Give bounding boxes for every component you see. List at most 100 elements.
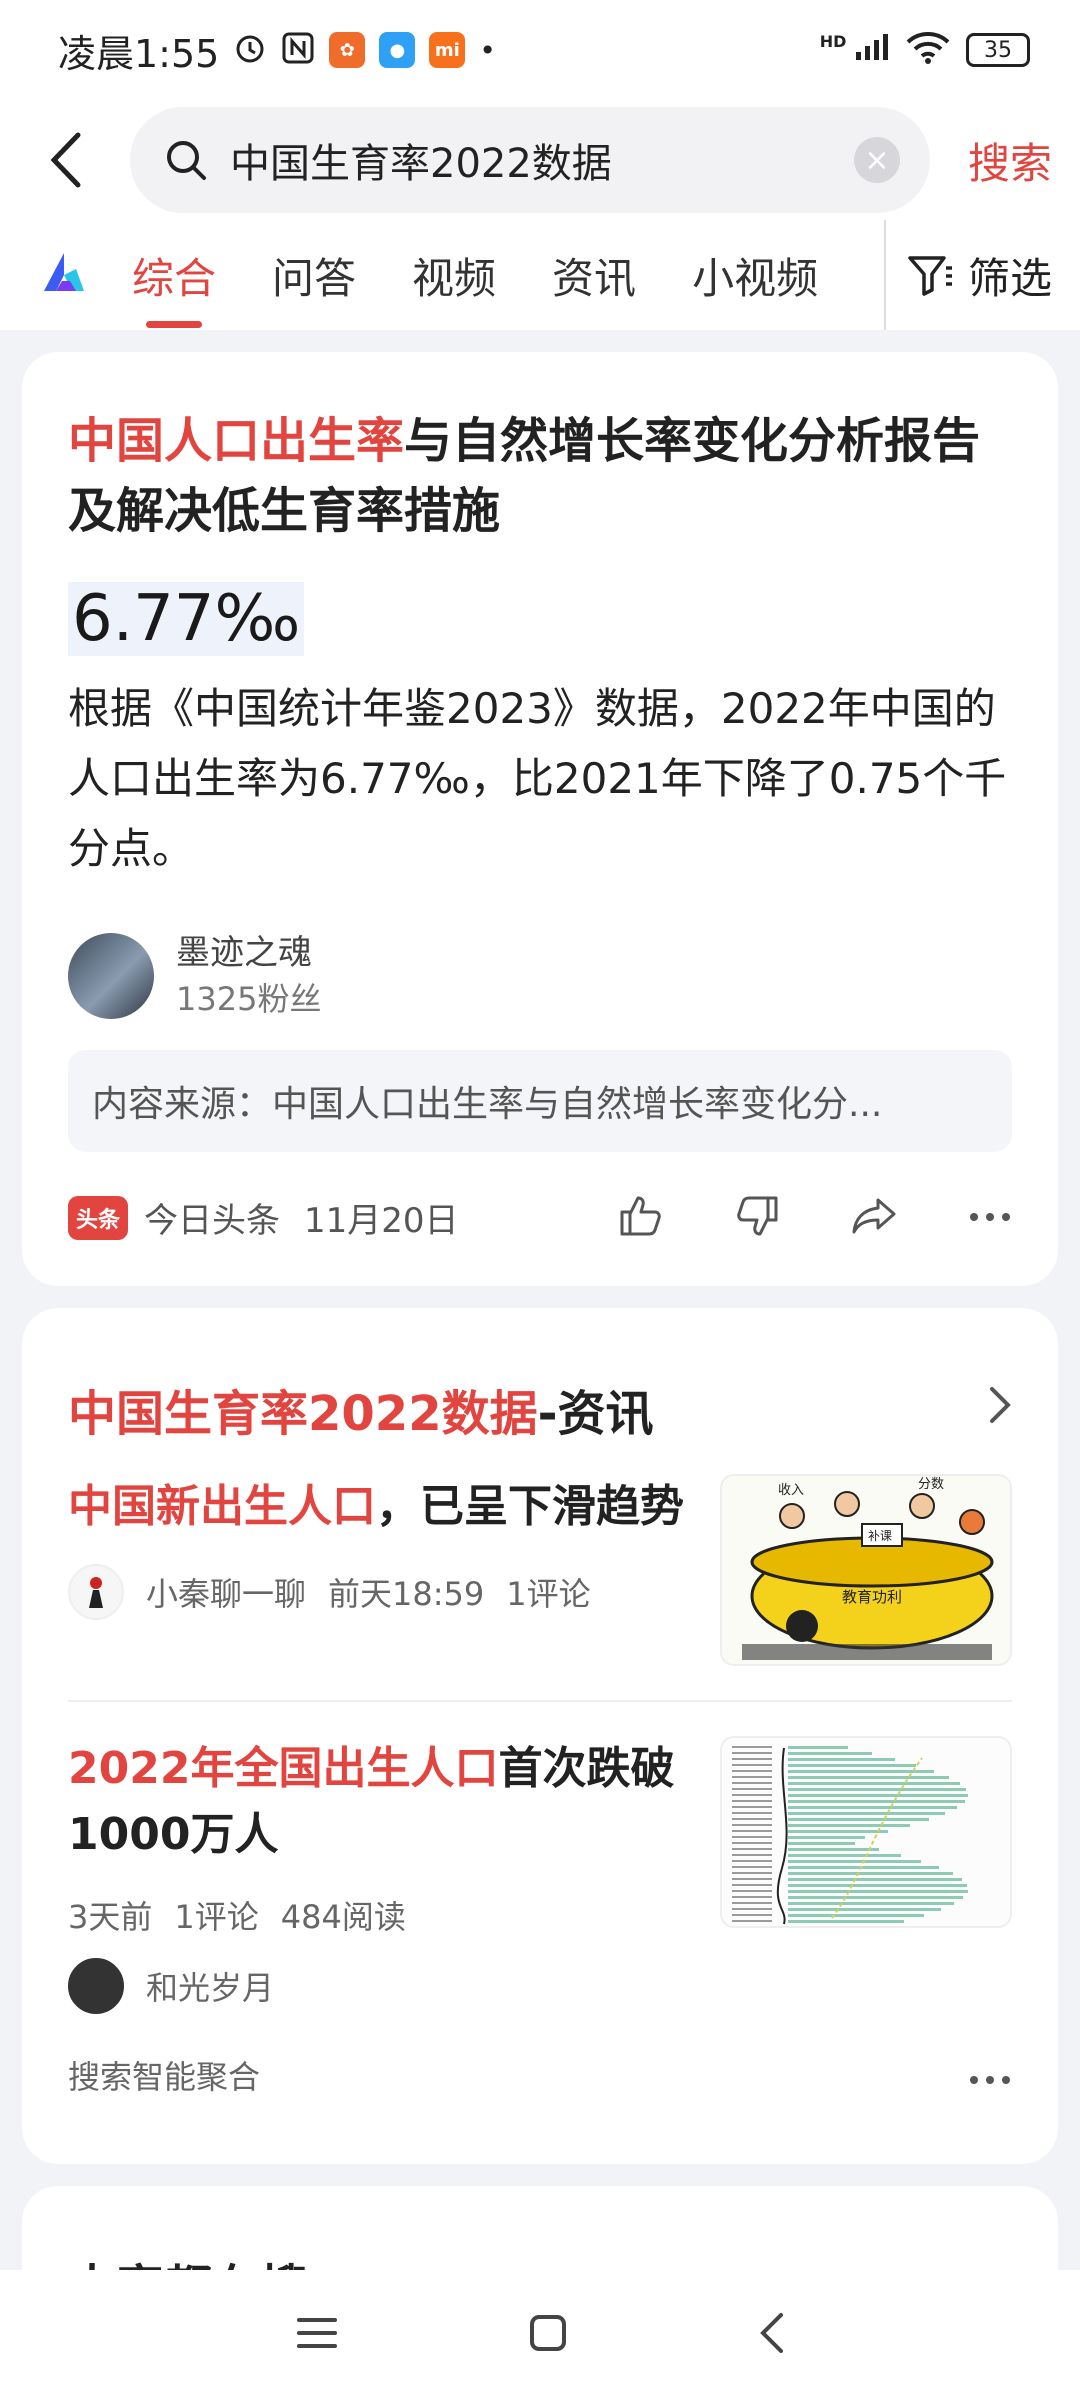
content-source-link[interactable]: 内容来源：中国人口出生率与自然增长率变化分... (68, 1050, 1012, 1152)
more-options-button[interactable] (968, 1208, 1012, 1227)
thumb-bar (788, 1782, 960, 1785)
news-author: 和光岁月 (146, 1969, 275, 2007)
news-age: 3天前 (68, 1898, 153, 1936)
thumb-label: 教育功利 (842, 1588, 902, 1606)
more-dots-icon (970, 2076, 1010, 2084)
news-item[interactable]: 2022年全国出生人口首次跌破1000万人 3天前 1评论 484阅读 和光岁月 (68, 1736, 1012, 2014)
tab-short-video[interactable]: 小视频 (692, 220, 818, 330)
thumb-bar (788, 1902, 954, 1905)
filter-button[interactable]: 筛选 (883, 220, 1052, 330)
thumb-bar (788, 1860, 921, 1863)
answer-body: 根据《中国统计年鉴2023》数据，2022年中国的人口出生率为6.77‰，比20… (68, 684, 1007, 873)
clear-search-button[interactable]: × (854, 137, 900, 183)
like-button[interactable] (618, 1194, 664, 1242)
news-title: 中国新出生人口，已呈下滑趋势 (68, 1474, 696, 1540)
source-name: 今日头条 (144, 1201, 281, 1241)
tab-video[interactable]: 视频 (412, 220, 496, 330)
news-meta: 小秦聊一聊 前天18:59 1评论 (68, 1564, 696, 1620)
thumb-label: 补课 (868, 1529, 892, 1543)
wifi-icon (906, 30, 950, 70)
search-icon (167, 141, 206, 180)
author-figure-icon (89, 1577, 103, 1608)
mi-icon: mi (429, 32, 466, 68)
thumb-bar (788, 1896, 963, 1899)
news-title-rest: ，已呈下滑趋势 (376, 1481, 684, 1532)
system-nav-bar (0, 2270, 1080, 2400)
thumb-bar (788, 1818, 929, 1821)
answer-value: 6.77‰ (68, 582, 305, 656)
chevron-right-icon[interactable] (988, 1381, 1012, 1437)
thumb-label-line (732, 1902, 772, 1904)
thumb-bar (788, 1812, 945, 1815)
tab-comprehensive[interactable]: 综合 (132, 220, 216, 330)
dislike-button[interactable] (734, 1194, 780, 1242)
population-chart-thumbnail-image (722, 1738, 1010, 1926)
news-title-highlight: 2022年全国出生人口 (68, 1743, 499, 1794)
thumbs-up-icon (620, 1196, 661, 1235)
divider (68, 1700, 1012, 1702)
more-options-button[interactable] (968, 2056, 1012, 2094)
share-icon (852, 1198, 896, 1233)
avatar[interactable] (68, 1564, 124, 1620)
thumb-label-line (732, 1848, 772, 1850)
section-title[interactable]: 中国生育率2022数据 -资讯 (68, 1374, 1012, 1444)
alarm-icon (233, 31, 267, 69)
battery-indicator: 35 (966, 33, 1030, 67)
news-item[interactable]: 中国新出生人口，已呈下滑趋势 小秦聊一聊 前天18:59 1评论 收入 分数 教… (68, 1474, 1012, 1666)
thumb-label-line (732, 1860, 772, 1862)
system-back-button[interactable] (757, 2311, 785, 2359)
title-highlight: 中国人口出生率 (68, 413, 405, 469)
news-thumbnail[interactable] (720, 1736, 1012, 1928)
filter-label: 筛选 (967, 253, 1052, 303)
menu-icon (296, 2318, 337, 2348)
thumb-label-line (732, 1908, 772, 1910)
home-square-icon (529, 2315, 566, 2351)
author-name: 墨迹之魂 (176, 933, 312, 973)
thumb-label-line (732, 1890, 772, 1892)
thumb-bar (788, 1842, 855, 1845)
search-query: 中国生育率2022数据 (230, 141, 612, 187)
thumb-bar (788, 1806, 957, 1809)
tab-news[interactable]: 资讯 (552, 220, 636, 330)
news-comments: 1评论 (174, 1898, 259, 1936)
thumb-label-line (732, 1746, 772, 1748)
author-info[interactable]: 墨迹之魂 1325粉丝 (68, 930, 1012, 1022)
thumb-bar (788, 1890, 968, 1893)
thumb-label-line (732, 1896, 772, 1898)
menu-button[interactable] (295, 2315, 339, 2355)
thumb-label-line (732, 1782, 772, 1784)
search-input[interactable]: 中国生育率2022数据 × (130, 107, 930, 213)
app-logo-icon (40, 251, 88, 299)
thumb-label-line (732, 1806, 772, 1808)
thumb-label-line (732, 1884, 772, 1886)
thumb-label-line (732, 1920, 772, 1922)
thumb-label-line (732, 1758, 772, 1760)
card-title[interactable]: 中国人口出生率与自然增长率变化分析报告及解决低生育率措施 (68, 406, 1012, 546)
thumb-label-line (732, 1764, 772, 1766)
thumb-bar (788, 1746, 848, 1749)
thumb-bar (788, 1770, 934, 1773)
thumb-bar (788, 1866, 939, 1869)
tab-qa[interactable]: 问答 (272, 220, 356, 330)
app-notification-icon: ✿ (329, 32, 366, 68)
share-button[interactable] (850, 1196, 898, 1240)
thumb-label-line (732, 1836, 772, 1838)
avatar[interactable] (68, 933, 154, 1019)
back-button[interactable] (40, 130, 90, 190)
news-time: 前天18:59 (328, 1575, 485, 1613)
status-right: HD 35 (820, 30, 1030, 70)
search-button[interactable]: 搜索 (968, 130, 1052, 191)
avatar[interactable] (68, 1958, 124, 2014)
news-thumbnail[interactable]: 收入 分数 教育功利 补课 (720, 1474, 1012, 1666)
thumb-bar (788, 1878, 962, 1881)
cluster-label: 搜索智能聚合 (68, 2058, 261, 2096)
home-button[interactable] (528, 2313, 568, 2357)
thumb-bar (788, 1908, 941, 1911)
thumb-label-line (732, 1800, 772, 1802)
toutiao-badge: 头条 (68, 1195, 129, 1240)
result-card-answer[interactable]: 中国人口出生率与自然增长率变化分析报告及解决低生育率措施 6.77‰ 根据《中国… (22, 352, 1058, 1286)
thumb-bar (788, 1824, 910, 1827)
thumb-label-line (732, 1752, 772, 1754)
thumb-label-line (732, 1824, 772, 1826)
news-comments: 1评论 (506, 1575, 591, 1613)
